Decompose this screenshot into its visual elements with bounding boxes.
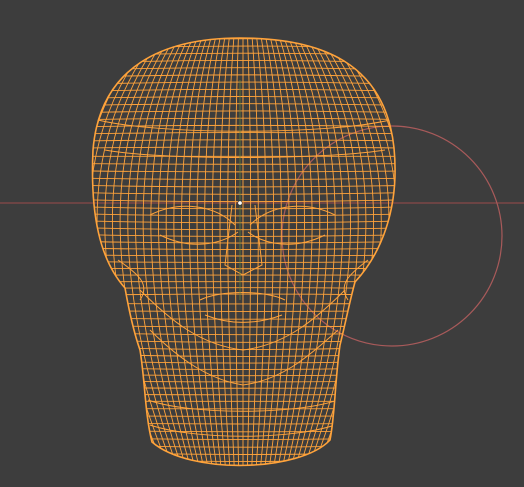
mesh-edge: [92, 163, 396, 165]
mesh-edge: [92, 96, 396, 99]
mesh-edge: [92, 302, 396, 305]
mesh-edge: [92, 444, 396, 448]
mesh-edge: [92, 220, 396, 224]
mesh-edge: [149, 424, 336, 437]
mesh-edge: [92, 373, 396, 377]
head-mesh-wireframe-icon[interactable]: [74, 36, 412, 475]
mesh-edge: [92, 415, 396, 417]
mesh-edge: [92, 240, 396, 244]
mesh-edge: [92, 360, 396, 364]
mesh-edge: [92, 192, 396, 195]
mesh-edge: [92, 451, 396, 455]
object-origin-dot[interactable]: [237, 200, 243, 206]
mesh-edge: [92, 206, 396, 210]
mesh-edge: [92, 38, 396, 43]
mesh-edge: [92, 429, 396, 433]
mesh-edge: [92, 213, 396, 217]
3d-viewport[interactable]: [0, 0, 524, 487]
mesh-edge: [92, 332, 396, 336]
mesh-edge: [149, 329, 339, 386]
mesh-edge: [204, 314, 283, 323]
mesh-edge: [92, 380, 396, 383]
mesh-edge: [139, 289, 346, 351]
mesh-edge: [92, 367, 396, 370]
mesh-edge: [92, 59, 396, 64]
mesh-edge: [92, 67, 396, 71]
mesh-edge: [92, 199, 396, 203]
mesh-edge: [92, 324, 396, 328]
mesh-edge: [92, 81, 396, 85]
mesh-edge: [92, 287, 396, 289]
mesh-edge: [92, 317, 396, 320]
mesh-edge: [92, 117, 396, 121]
mesh-edge: [92, 45, 396, 50]
mesh-edge: [92, 146, 396, 149]
mesh-edge: [92, 139, 396, 142]
mesh-edge: [92, 353, 396, 357]
mesh-edge: [92, 88, 396, 92]
mesh-edge: [92, 387, 396, 389]
mesh-edge: [92, 227, 396, 231]
mesh-edge: [80, 466, 410, 468]
mesh-edge: [92, 346, 396, 350]
mesh-edge: [92, 437, 396, 441]
mesh-edge: [92, 247, 396, 251]
mesh-edge: [92, 458, 396, 462]
mesh-edge: [92, 170, 396, 173]
mesh-edge: [92, 293, 396, 296]
mesh-edge: [92, 52, 396, 57]
mesh-edge: [92, 234, 396, 237]
mesh-edge: [92, 422, 396, 425]
viewport-canvas[interactable]: [0, 0, 524, 487]
